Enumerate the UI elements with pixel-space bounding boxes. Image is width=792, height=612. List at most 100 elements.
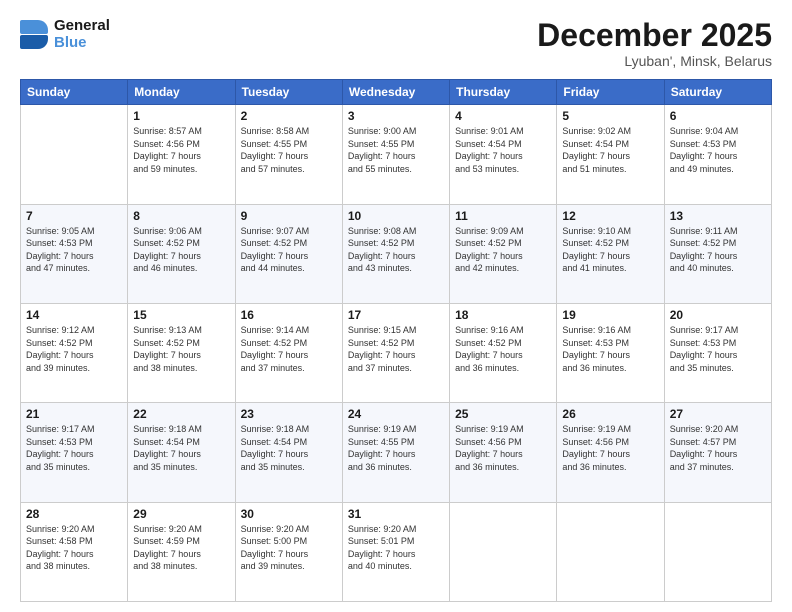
calendar-cell: 18 Sunrise: 9:16 AMSunset: 4:52 PMDayligh… [450,303,557,402]
cell-day-number: 24 [348,407,444,421]
calendar-cell [664,502,771,601]
cell-day-number: 21 [26,407,122,421]
cell-info: Sunrise: 9:01 AMSunset: 4:54 PMDaylight:… [455,125,551,175]
cell-info: Sunrise: 9:19 AMSunset: 4:56 PMDaylight:… [455,423,551,473]
cell-day-number: 16 [241,308,337,322]
cell-info: Sunrise: 9:09 AMSunset: 4:52 PMDaylight:… [455,225,551,275]
cell-info: Sunrise: 9:20 AMSunset: 5:01 PMDaylight:… [348,523,444,573]
week-row-2: 7 Sunrise: 9:05 AMSunset: 4:53 PMDaylight… [21,204,772,303]
page: General Blue December 2025 Lyuban', Mins… [0,0,792,612]
cell-day-number: 27 [670,407,766,421]
cell-info: Sunrise: 8:58 AMSunset: 4:55 PMDaylight:… [241,125,337,175]
calendar-header-row: SundayMondayTuesdayWednesdayThursdayFrid… [21,80,772,105]
cell-info: Sunrise: 9:00 AMSunset: 4:55 PMDaylight:… [348,125,444,175]
month-title: December 2025 [537,18,772,53]
cell-info: Sunrise: 9:02 AMSunset: 4:54 PMDaylight:… [562,125,658,175]
cell-day-number: 12 [562,209,658,223]
calendar-cell: 19Sunrise: 9:16 AMSunset: 4:53 PMDayligh… [557,303,664,402]
cell-info: Sunrise: 9:04 AMSunset: 4:53 PMDaylight:… [670,125,766,175]
cell-info: Sunrise: 9:17 AMSunset: 4:53 PMDaylight:… [670,324,766,374]
calendar-cell: 4 Sunrise: 9:01 AMSunset: 4:54 PMDaylight… [450,105,557,204]
calendar-cell: 25 Sunrise: 9:19 AMSunset: 4:56 PMDayligh… [450,403,557,502]
cell-day-number: 6 [670,109,766,123]
calendar-cell [21,105,128,204]
location: Lyuban', Minsk, Belarus [537,53,772,69]
day-header-sunday: Sunday [21,80,128,105]
calendar-cell: 23 Sunrise: 9:18 AMSunset: 4:54 PMDayligh… [235,403,342,502]
cell-info: Sunrise: 9:18 AMSunset: 4:54 PMDaylight:… [133,423,229,473]
cell-day-number: 26 [562,407,658,421]
header: General Blue December 2025 Lyuban', Mins… [20,18,772,69]
cell-info: Sunrise: 9:07 AMSunset: 4:52 PMDaylight:… [241,225,337,275]
calendar-cell: 7 Sunrise: 9:05 AMSunset: 4:53 PMDaylight… [21,204,128,303]
cell-info: Sunrise: 9:10 AMSunset: 4:52 PMDaylight:… [562,225,658,275]
logo: General Blue [20,18,110,51]
calendar-cell: 20 Sunrise: 9:17 AMSunset: 4:53 PMDayligh… [664,303,771,402]
title-block: December 2025 Lyuban', Minsk, Belarus [537,18,772,69]
calendar-cell: 12 Sunrise: 9:10 AMSunset: 4:52 PMDayligh… [557,204,664,303]
cell-day-number: 1 [133,109,229,123]
cell-day-number: 18 [455,308,551,322]
calendar-cell: 17 Sunrise: 9:15 AMSunset: 4:52 PMDayligh… [342,303,449,402]
calendar-cell [450,502,557,601]
cell-info: Sunrise: 8:57 AMSunset: 4:56 PMDaylight:… [133,125,229,175]
cell-info: Sunrise: 9:05 AMSunset: 4:53 PMDaylight:… [26,225,122,275]
cell-day-number: 22 [133,407,229,421]
day-header-wednesday: Wednesday [342,80,449,105]
calendar-cell: 9 Sunrise: 9:07 AMSunset: 4:52 PMDaylight… [235,204,342,303]
week-row-4: 21 Sunrise: 9:17 AMSunset: 4:53 PMDayligh… [21,403,772,502]
calendar-cell: 1 Sunrise: 8:57 AMSunset: 4:56 PMDaylight… [128,105,235,204]
cell-day-number: 28 [26,507,122,521]
calendar-cell: 22 Sunrise: 9:18 AMSunset: 4:54 PMDayligh… [128,403,235,502]
cell-day-number: 17 [348,308,444,322]
week-row-5: 28 Sunrise: 9:20 AMSunset: 4:58 PMDayligh… [21,502,772,601]
day-header-monday: Monday [128,80,235,105]
cell-day-number: 14 [26,308,122,322]
cell-day-number: 25 [455,407,551,421]
day-header-tuesday: Tuesday [235,80,342,105]
week-row-1: 1 Sunrise: 8:57 AMSunset: 4:56 PMDaylight… [21,105,772,204]
cell-info: Sunrise: 9:06 AMSunset: 4:52 PMDaylight:… [133,225,229,275]
cell-day-number: 7 [26,209,122,223]
cell-info: Sunrise: 9:20 AMSunset: 4:57 PMDaylight:… [670,423,766,473]
cell-day-number: 9 [241,209,337,223]
cell-info: Sunrise: 9:14 AMSunset: 4:52 PMDaylight:… [241,324,337,374]
cell-day-number: 31 [348,507,444,521]
calendar-cell [557,502,664,601]
calendar-cell: 27 Sunrise: 9:20 AMSunset: 4:57 PMDayligh… [664,403,771,502]
calendar-cell: 30Sunrise: 9:20 AMSunset: 5:00 PMDayligh… [235,502,342,601]
cell-day-number: 23 [241,407,337,421]
cell-day-number: 4 [455,109,551,123]
calendar-cell: 29Sunrise: 9:20 AMSunset: 4:59 PMDayligh… [128,502,235,601]
cell-info: Sunrise: 9:16 AMSunset: 4:53 PMDaylight:… [562,324,658,374]
calendar-cell: 2Sunrise: 8:58 AMSunset: 4:55 PMDaylight… [235,105,342,204]
cell-info: Sunrise: 9:16 AMSunset: 4:52 PMDaylight:… [455,324,551,374]
calendar-cell: 28 Sunrise: 9:20 AMSunset: 4:58 PMDayligh… [21,502,128,601]
cell-info: Sunrise: 9:15 AMSunset: 4:52 PMDaylight:… [348,324,444,374]
calendar-cell: 3 Sunrise: 9:00 AMSunset: 4:55 PMDaylight… [342,105,449,204]
calendar-cell: 24 Sunrise: 9:19 AMSunset: 4:55 PMDayligh… [342,403,449,502]
cell-info: Sunrise: 9:17 AMSunset: 4:53 PMDaylight:… [26,423,122,473]
day-header-thursday: Thursday [450,80,557,105]
day-header-friday: Friday [557,80,664,105]
cell-info: Sunrise: 9:19 AMSunset: 4:55 PMDaylight:… [348,423,444,473]
calendar-cell: 31 Sunrise: 9:20 AMSunset: 5:01 PMDayligh… [342,502,449,601]
cell-info: Sunrise: 9:19 AMSunset: 4:56 PMDaylight:… [562,423,658,473]
calendar-cell: 5 Sunrise: 9:02 AMSunset: 4:54 PMDaylight… [557,105,664,204]
calendar-cell: 21 Sunrise: 9:17 AMSunset: 4:53 PMDayligh… [21,403,128,502]
cell-day-number: 5 [562,109,658,123]
cell-info: Sunrise: 9:18 AMSunset: 4:54 PMDaylight:… [241,423,337,473]
cell-day-number: 3 [348,109,444,123]
cell-info: Sunrise: 9:12 AMSunset: 4:52 PMDaylight:… [26,324,122,374]
cell-info: Sunrise: 9:08 AMSunset: 4:52 PMDaylight:… [348,225,444,275]
cell-day-number: 11 [455,209,551,223]
calendar-cell: 15 Sunrise: 9:13 AMSunset: 4:52 PMDayligh… [128,303,235,402]
cell-day-number: 15 [133,308,229,322]
calendar-cell: 26 Sunrise: 9:19 AMSunset: 4:56 PMDayligh… [557,403,664,502]
calendar-cell: 10Sunrise: 9:08 AMSunset: 4:52 PMDayligh… [342,204,449,303]
cell-info: Sunrise: 9:13 AMSunset: 4:52 PMDaylight:… [133,324,229,374]
calendar-table: SundayMondayTuesdayWednesdayThursdayFrid… [20,79,772,602]
cell-info: Sunrise: 9:20 AMSunset: 4:58 PMDaylight:… [26,523,122,573]
cell-day-number: 20 [670,308,766,322]
cell-info: Sunrise: 9:20 AMSunset: 5:00 PMDaylight:… [241,523,337,573]
